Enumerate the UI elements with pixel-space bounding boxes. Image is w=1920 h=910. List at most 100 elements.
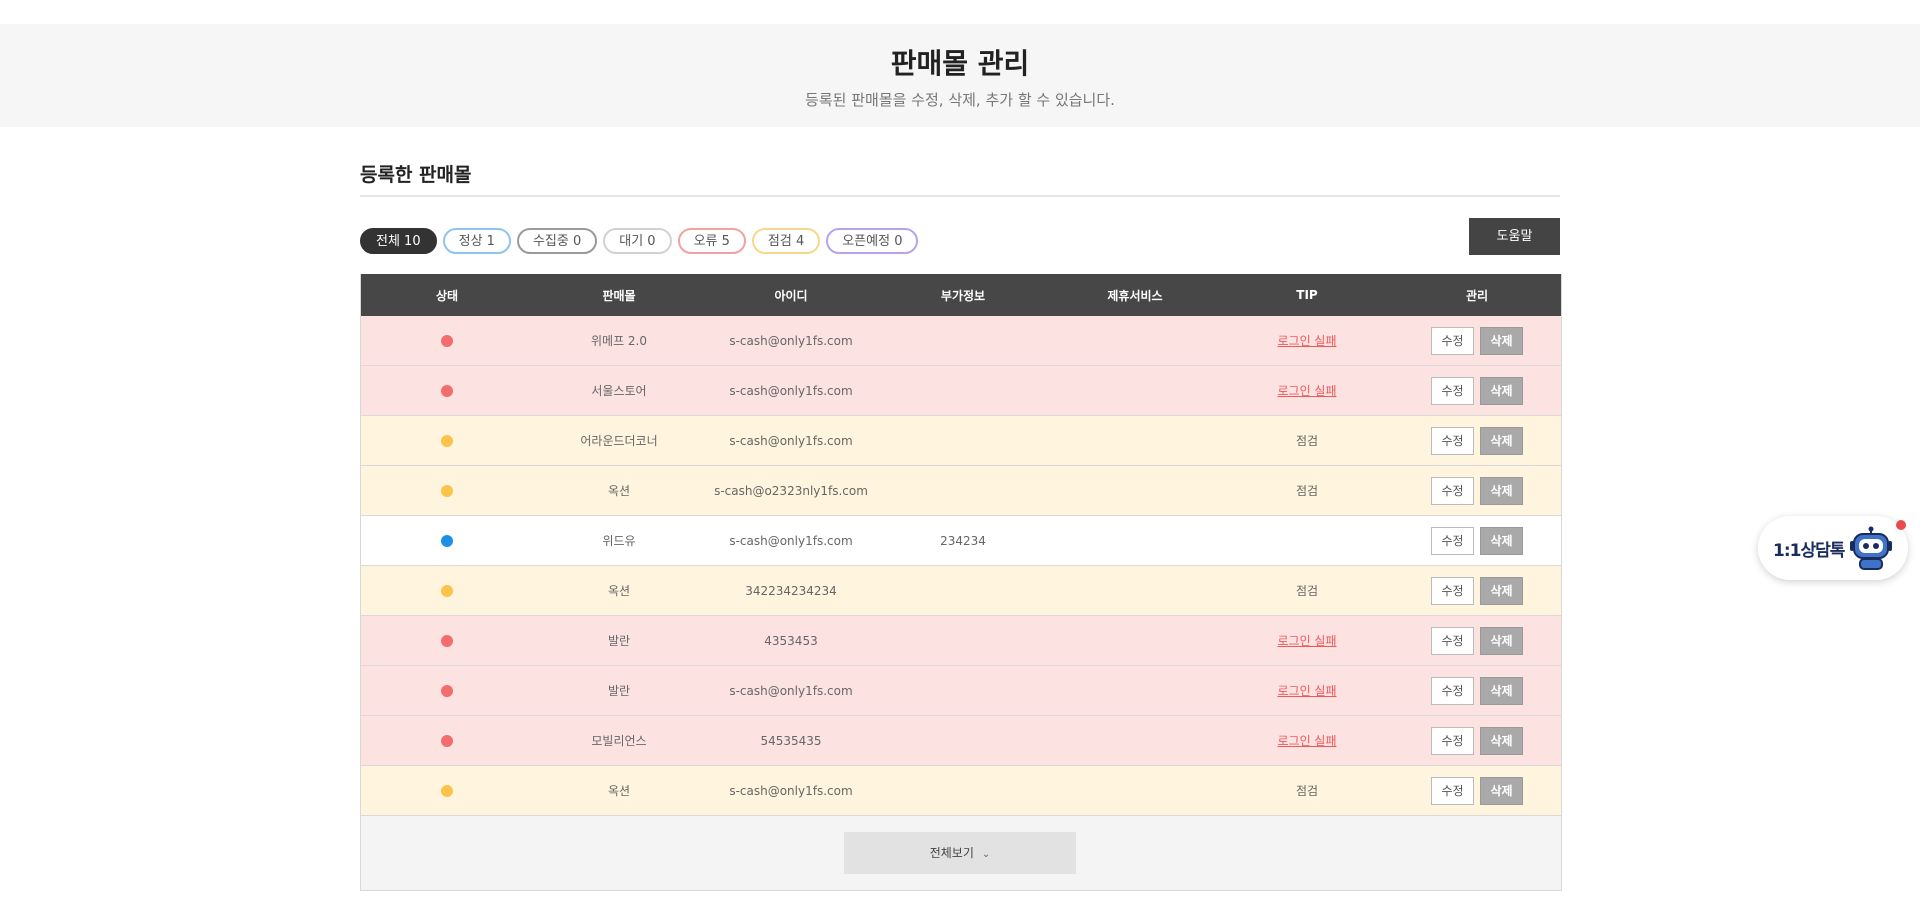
section-divider [360, 195, 1560, 197]
tip-cell: 점검 [1221, 482, 1393, 499]
header-tip: TIP [1296, 288, 1318, 302]
view-all-label: 전체보기 [929, 846, 974, 860]
filter-normal[interactable]: 정상 1 [442, 228, 511, 254]
page-header: 판매몰 관리 등록된 판매몰을 수정, 삭제, 추가 할 수 있습니다. [0, 24, 1920, 127]
delete-button[interactable]: 삭제 [1480, 476, 1523, 505]
mall-name: 발란 [607, 634, 631, 648]
edit-button[interactable]: 수정 [1431, 726, 1474, 755]
status-cell [361, 484, 533, 498]
delete-button[interactable]: 삭제 [1480, 326, 1523, 355]
notification-badge [1896, 520, 1906, 530]
account-id: s-cash@only1fs.com [729, 383, 853, 398]
manage-cell: 수정 삭제 [1393, 726, 1561, 755]
tip-login-failed-link[interactable]: 로그인 실패 [1277, 734, 1336, 748]
tip-login-failed-link[interactable]: 로그인 실패 [1277, 384, 1336, 398]
mall-name: 옥션 [607, 584, 631, 598]
section-title: 등록한 판매몰 [360, 164, 472, 186]
tip-cell: 로그인 실패 [1221, 732, 1393, 749]
table-row: 옥션 s-cash@only1fs.com 점검 수정 삭제 [361, 766, 1561, 816]
table-row: 위드유 s-cash@only1fs.com 234234 수정 삭제 [361, 516, 1561, 566]
filter-error[interactable]: 오류 5 [677, 228, 746, 254]
header-extra-info: 부가정보 [940, 288, 986, 303]
edit-button[interactable]: 수정 [1431, 376, 1474, 405]
mall-name: 발란 [607, 684, 631, 698]
status-dot-icon [441, 485, 453, 497]
page-title: 판매몰 관리 [890, 47, 1030, 80]
chat-label: 1:1상담톡 [1773, 541, 1845, 561]
status-cell [361, 534, 533, 548]
delete-button[interactable]: 삭제 [1480, 576, 1523, 605]
table-row: 발란 4353453 로그인 실패 수정 삭제 [361, 616, 1561, 666]
mall-table: 상태 판매몰 아이디 부가정보 제휴서비스 TIP 관리 위메프 2.0 s-ca… [360, 274, 1562, 891]
edit-button[interactable]: 수정 [1431, 326, 1474, 355]
mall-name: 어라운드더코너 [580, 434, 658, 448]
mall-name: 서울스토어 [591, 384, 647, 398]
tip-text: 점검 [1295, 434, 1319, 448]
edit-button[interactable]: 수정 [1431, 476, 1474, 505]
chat-consult-button[interactable]: 1:1상담톡 [1758, 516, 1908, 580]
status-dot-icon [441, 585, 453, 597]
status-dot-icon [441, 635, 453, 647]
filter-waiting[interactable]: 대기 0 [603, 228, 672, 254]
view-all-button[interactable]: 전체보기 ⌄ [844, 832, 1076, 874]
manage-cell: 수정 삭제 [1393, 376, 1561, 405]
status-cell [361, 584, 533, 598]
status-cell [361, 384, 533, 398]
table-row: 옥션 342234234234 점검 수정 삭제 [361, 566, 1561, 616]
tip-login-failed-link[interactable]: 로그인 실패 [1277, 684, 1336, 698]
account-id: s-cash@only1fs.com [729, 333, 853, 348]
mall-name: 옥션 [607, 484, 631, 498]
manage-cell: 수정 삭제 [1393, 476, 1561, 505]
tip-cell: 점검 [1221, 782, 1393, 799]
delete-button[interactable]: 삭제 [1480, 676, 1523, 705]
status-cell [361, 334, 533, 348]
delete-button[interactable]: 삭제 [1480, 726, 1523, 755]
table-row: 옥션 s-cash@o2323nly1fs.com 점검 수정 삭제 [361, 466, 1561, 516]
delete-button[interactable]: 삭제 [1480, 376, 1523, 405]
status-cell [361, 784, 533, 798]
robot-icon [1850, 526, 1892, 570]
help-button[interactable]: 도움말 [1469, 218, 1560, 255]
status-dot-icon [441, 385, 453, 397]
status-dot-icon [441, 785, 453, 797]
mall-name: 모빌리언스 [591, 734, 647, 748]
account-id: 4353453 [764, 633, 818, 648]
manage-cell: 수정 삭제 [1393, 326, 1561, 355]
status-dot-icon [441, 535, 453, 547]
manage-cell: 수정 삭제 [1393, 676, 1561, 705]
table-row: 모빌리언스 54535435 로그인 실패 수정 삭제 [361, 716, 1561, 766]
table-row: 발란 s-cash@only1fs.com 로그인 실패 수정 삭제 [361, 666, 1561, 716]
manage-cell: 수정 삭제 [1393, 776, 1561, 805]
account-id: s-cash@only1fs.com [729, 683, 853, 698]
tip-cell: 로그인 실패 [1221, 682, 1393, 699]
edit-button[interactable]: 수정 [1431, 576, 1474, 605]
status-dot-icon [441, 685, 453, 697]
filter-collecting[interactable]: 수집중 0 [516, 228, 598, 254]
tip-login-failed-link[interactable]: 로그인 실패 [1277, 634, 1336, 648]
status-cell [361, 684, 533, 698]
delete-button[interactable]: 삭제 [1480, 526, 1523, 555]
manage-cell: 수정 삭제 [1393, 576, 1561, 605]
account-id: s-cash@o2323nly1fs.com [714, 483, 868, 498]
filter-inspection[interactable]: 점검 4 [751, 228, 821, 254]
edit-button[interactable]: 수정 [1431, 626, 1474, 655]
edit-button[interactable]: 수정 [1431, 676, 1474, 705]
edit-button[interactable]: 수정 [1431, 526, 1474, 555]
tip-login-failed-link[interactable]: 로그인 실패 [1277, 334, 1336, 348]
status-cell [361, 434, 533, 448]
filter-all[interactable]: 전체 10 [360, 228, 437, 254]
delete-button[interactable]: 삭제 [1480, 426, 1523, 455]
chevron-down-icon: ⌄ [981, 849, 991, 860]
extra-info: 234234 [940, 533, 986, 548]
delete-button[interactable]: 삭제 [1480, 626, 1523, 655]
edit-button[interactable]: 수정 [1431, 426, 1474, 455]
table-body: 위메프 2.0 s-cash@only1fs.com 로그인 실패 수정 삭제 서울스토어… [361, 316, 1561, 816]
manage-cell: 수정 삭제 [1393, 626, 1561, 655]
tip-cell: 점검 [1221, 432, 1393, 449]
account-id: 54535435 [760, 733, 822, 748]
delete-button[interactable]: 삭제 [1480, 776, 1523, 805]
filter-opening-soon[interactable]: 오픈예정 0 [826, 228, 919, 254]
status-filter-bar: 전체 10 정상 1 수집중 0 대기 0 오류 5 점검 4 오픈예정 0 [360, 228, 919, 254]
edit-button[interactable]: 수정 [1431, 776, 1474, 805]
tip-text: 점검 [1295, 584, 1319, 598]
